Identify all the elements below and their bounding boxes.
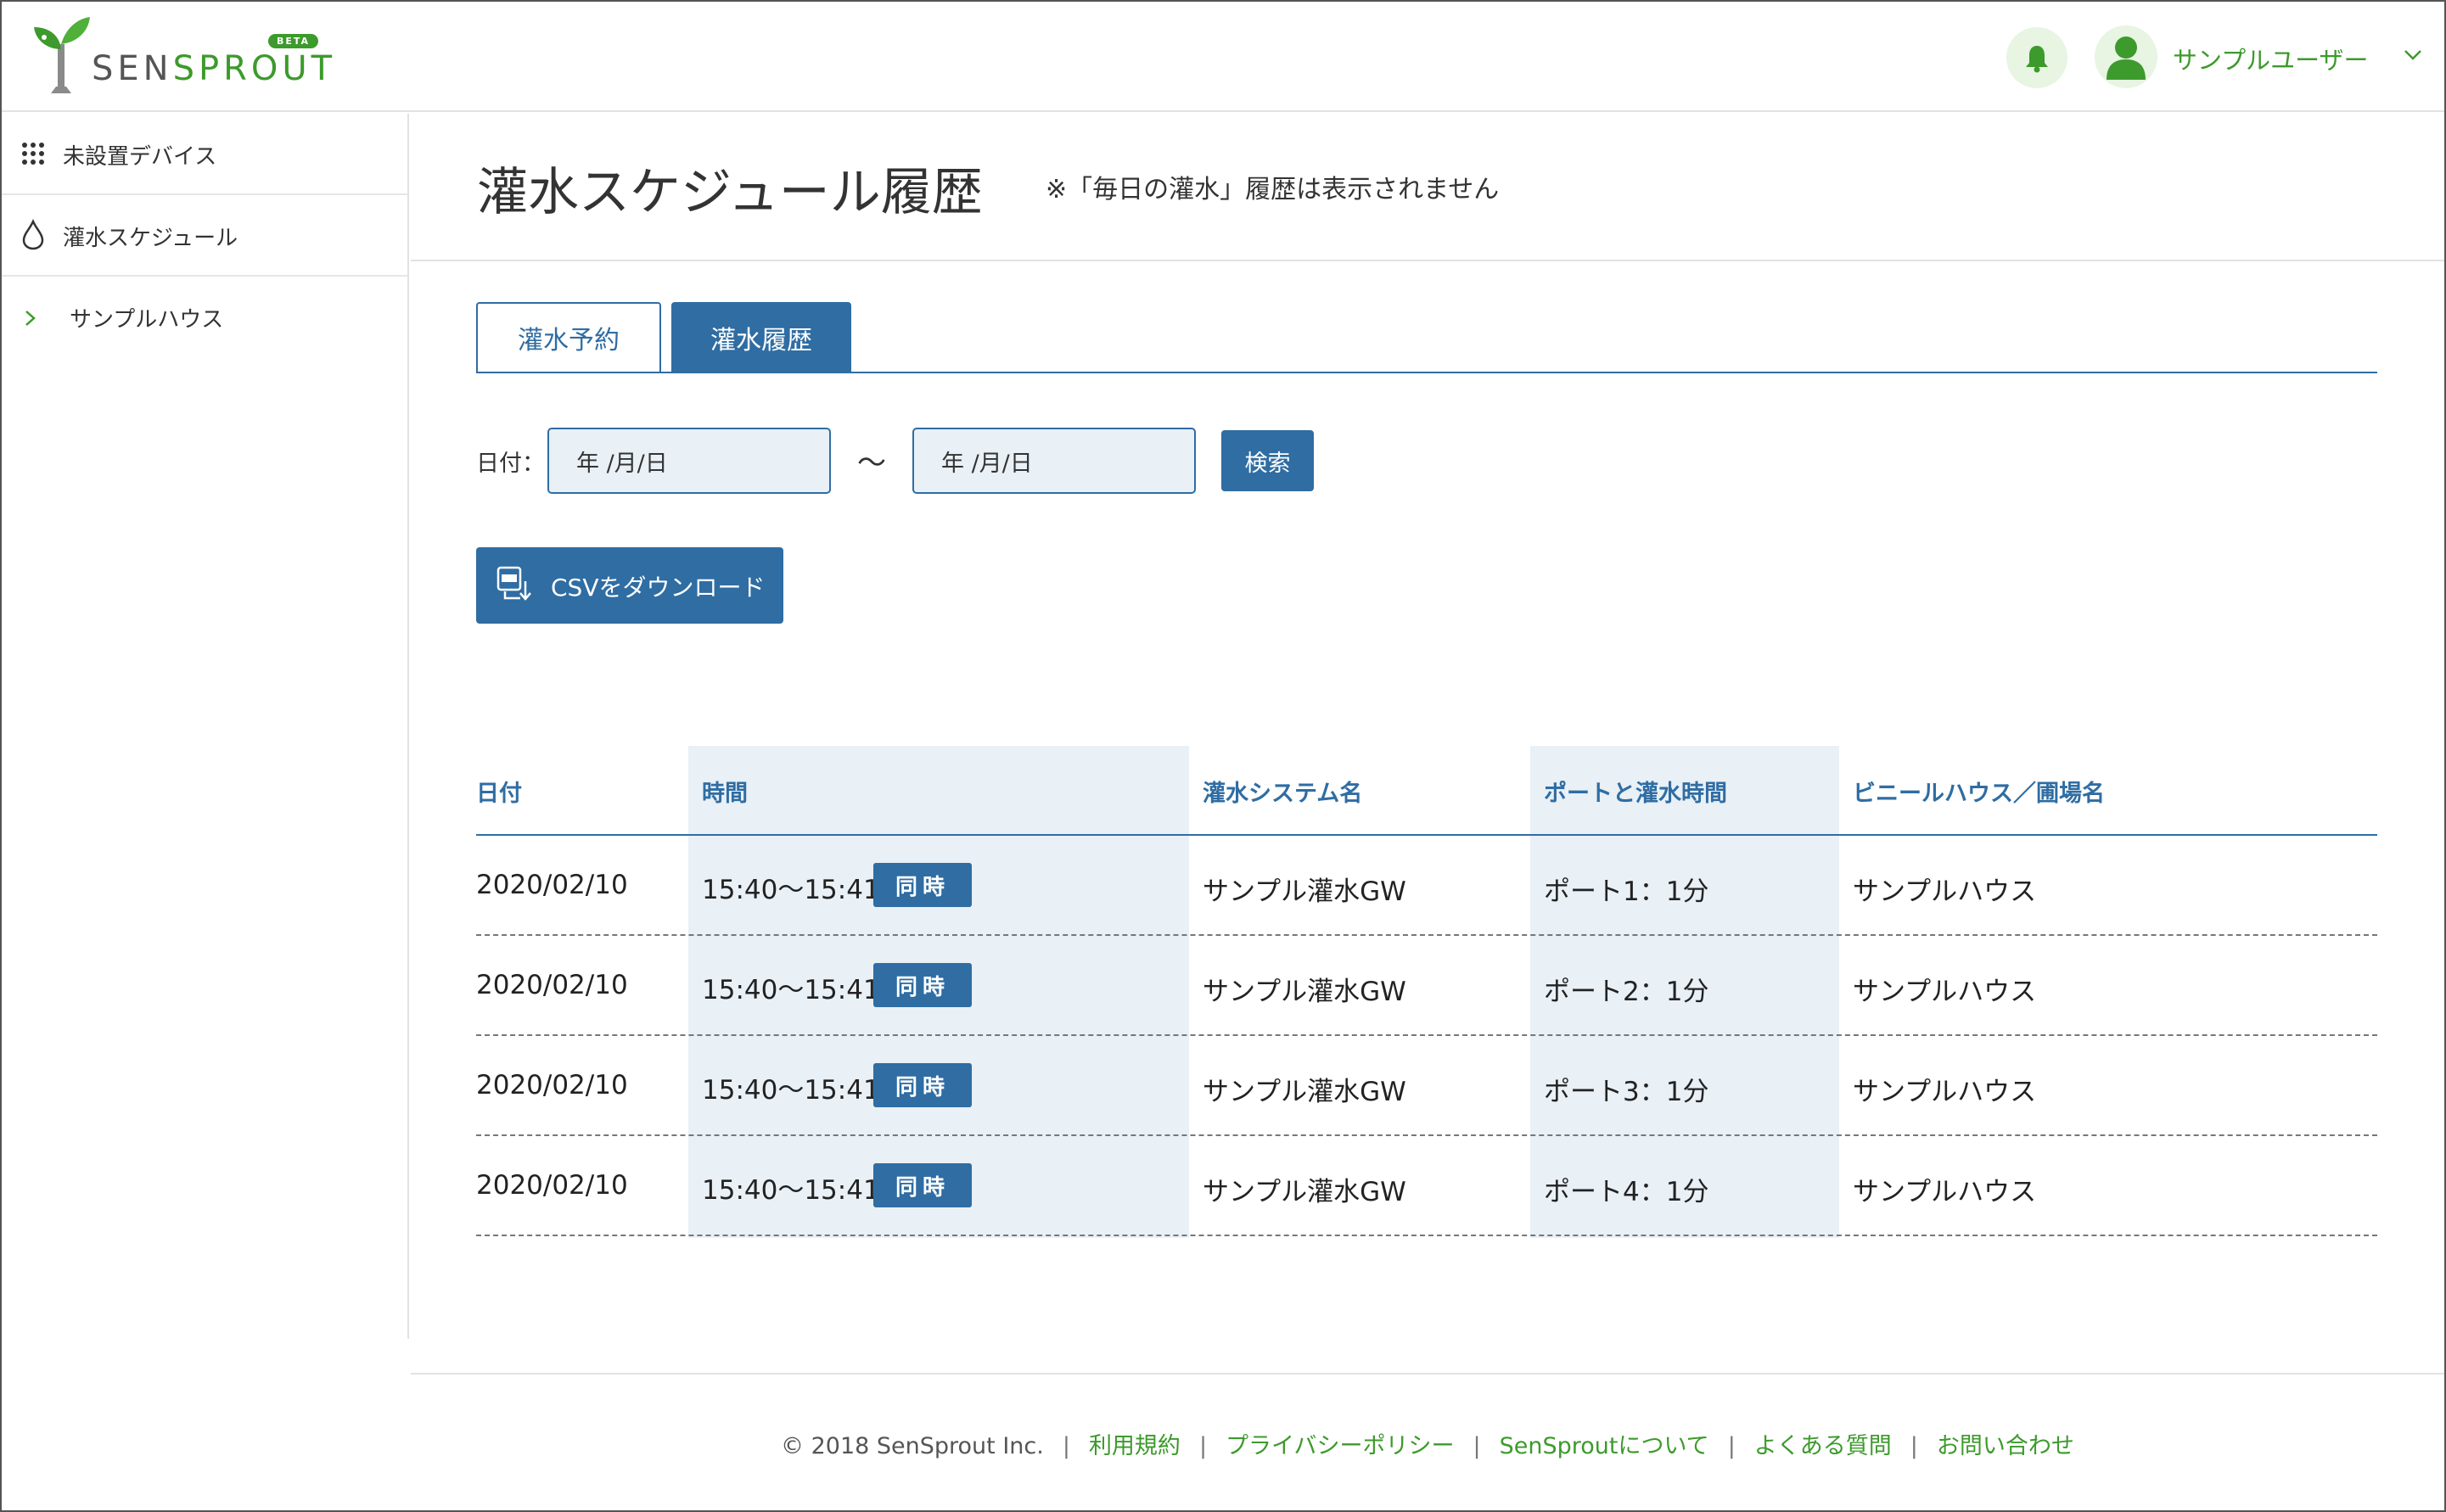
cell-house: サンプルハウス [1853,1077,2037,1107]
cell-system: サンプル灌水GW [1203,1177,1406,1207]
app-header: SENSPROUT BETA サンプルユーザー [2,2,2444,112]
user-menu[interactable]: サンプルユーザー [2095,25,2434,90]
cell-date: 2020/02/10 [476,870,628,900]
copyright: © 2018 SenSprout Inc. [781,1433,1044,1459]
cell-date: 2020/02/10 [476,970,628,1000]
table-row[interactable]: 2020/02/10 15:40〜15:41 同時 サンプル灌水GW ポート2：… [476,936,2377,1036]
user-name: サンプルユーザー [2173,46,2369,75]
search-button[interactable]: 検索 [1221,430,1314,491]
footer-separator: | [1727,1433,1736,1459]
sidebar-item-label: 灌水スケジュール [63,226,238,251]
chevron-right-icon [25,311,36,326]
cell-port: ポート3：1分 [1544,1077,1709,1107]
table-row[interactable]: 2020/02/10 15:40〜15:41 同時 サンプル灌水GW ポート3：… [476,1036,2377,1136]
user-icon [2107,36,2146,80]
simultaneous-badge: 同時 [873,963,972,1007]
simultaneous-badge: 同時 [873,1163,972,1207]
water-drop-icon [22,219,44,250]
avatar [2095,25,2157,88]
cell-time: 15:40〜15:41 [702,875,880,905]
footer: © 2018 SenSprout Inc. | 利用規約 | プライバシーポリシー | Se… [411,1373,2444,1510]
table-row[interactable]: 2020/02/10 15:40〜15:41 同時 サンプル灌水GW ポート4：… [476,1136,2377,1236]
sidebar-item-label: 未設置デバイス [63,144,217,170]
tab-irrigation-reservation[interactable]: 灌水予約 [476,302,661,372]
page-note: ※「毎日の灌水」履歴は表示されません [1046,175,1500,204]
table-row[interactable]: 2020/02/10 15:40〜15:41 同時 サンプル灌水GW ポート1：… [476,836,2377,936]
cell-time: 15:40〜15:41 [702,1075,880,1106]
notification-button[interactable] [2006,27,2067,88]
column-header-house: ビニールハウス／圃場名 [1853,781,2105,807]
grid-icon [22,143,44,165]
page-header: 灌水スケジュール履歴 ※「毎日の灌水」履歴は表示されません [411,114,2444,261]
date-to-input[interactable]: 年 /月/日 [912,428,1196,494]
cell-house: サンプルハウス [1853,1177,2037,1207]
sprout-logo-icon [34,17,90,93]
csv-download-label: CSVをダウンロード [551,574,766,602]
column-header-time: 時間 [702,781,748,807]
date-range-separator: 〜 [857,446,886,480]
date-from-input[interactable]: 年 /月/日 [547,428,831,494]
cell-system: サンプル灌水GW [1203,876,1406,907]
cell-time: 15:40〜15:41 [702,975,880,1005]
bell-icon [2026,46,2048,73]
csv-download-button[interactable]: CSVをダウンロード [476,547,783,624]
column-header-system: 灌水システム名 [1203,781,1363,807]
history-table: 日付 時間 灌水システム名 ポートと灌水時間 ビニールハウス／圃場名 2020/… [476,746,2377,1238]
cell-port: ポート4：1分 [1544,1177,1709,1207]
cell-port: ポート1：1分 [1544,876,1709,907]
cell-house: サンプルハウス [1853,876,2037,907]
date-filter-label: 日付： [476,451,545,477]
tab-bar: 灌水予約 灌水履歴 [476,302,2377,373]
footer-link-privacy[interactable]: プライバシーポリシー [1226,1433,1454,1459]
footer-links: © 2018 SenSprout Inc. | 利用規約 | プライバシーポリシー | Se… [781,1427,2074,1460]
sidebar-item-sample-house[interactable]: サンプルハウス [2,277,409,358]
sidebar-item-unplaced-devices[interactable]: 未設置デバイス [2,114,409,195]
column-header-date: 日付 [476,781,522,807]
sidebar-item-label: サンプルハウス [70,307,224,333]
tab-irrigation-history[interactable]: 灌水履歴 [671,302,851,372]
footer-separator: | [1062,1433,1070,1459]
beta-badge: BETA [268,34,319,48]
csv-download-icon [496,566,531,601]
sensprout-logo[interactable]: SENSPROUT BETA [32,15,332,100]
footer-link-about[interactable]: SenSproutについて [1500,1433,1709,1459]
sidebar: 未設置デバイス 灌水スケジュール サンプルハウス [2,114,409,1339]
cell-date: 2020/02/10 [476,1070,628,1100]
page-title: 灌水スケジュール履歴 [477,163,983,222]
footer-link-contact[interactable]: お問い合わせ [1937,1433,2074,1459]
footer-link-faq[interactable]: よくある質問 [1754,1433,1892,1459]
logo-wordmark: SENSPROUT [92,49,337,88]
cell-port: ポート2：1分 [1544,977,1709,1007]
footer-separator: | [1473,1433,1481,1459]
cell-system: サンプル灌水GW [1203,977,1406,1007]
cell-date: 2020/02/10 [476,1170,628,1201]
simultaneous-badge: 同時 [873,1063,972,1107]
chevron-down-icon [2404,50,2421,60]
sidebar-item-irrigation-schedule[interactable]: 灌水スケジュール [2,195,409,277]
simultaneous-badge: 同時 [873,863,972,907]
cell-system: サンプル灌水GW [1203,1077,1406,1107]
footer-separator: | [1198,1433,1208,1459]
column-header-port: ポートと灌水時間 [1544,781,1727,807]
footer-separator: | [1910,1433,1918,1459]
footer-link-terms[interactable]: 利用規約 [1089,1433,1181,1459]
cell-house: サンプルハウス [1853,977,2037,1007]
cell-time: 15:40〜15:41 [702,1175,880,1206]
